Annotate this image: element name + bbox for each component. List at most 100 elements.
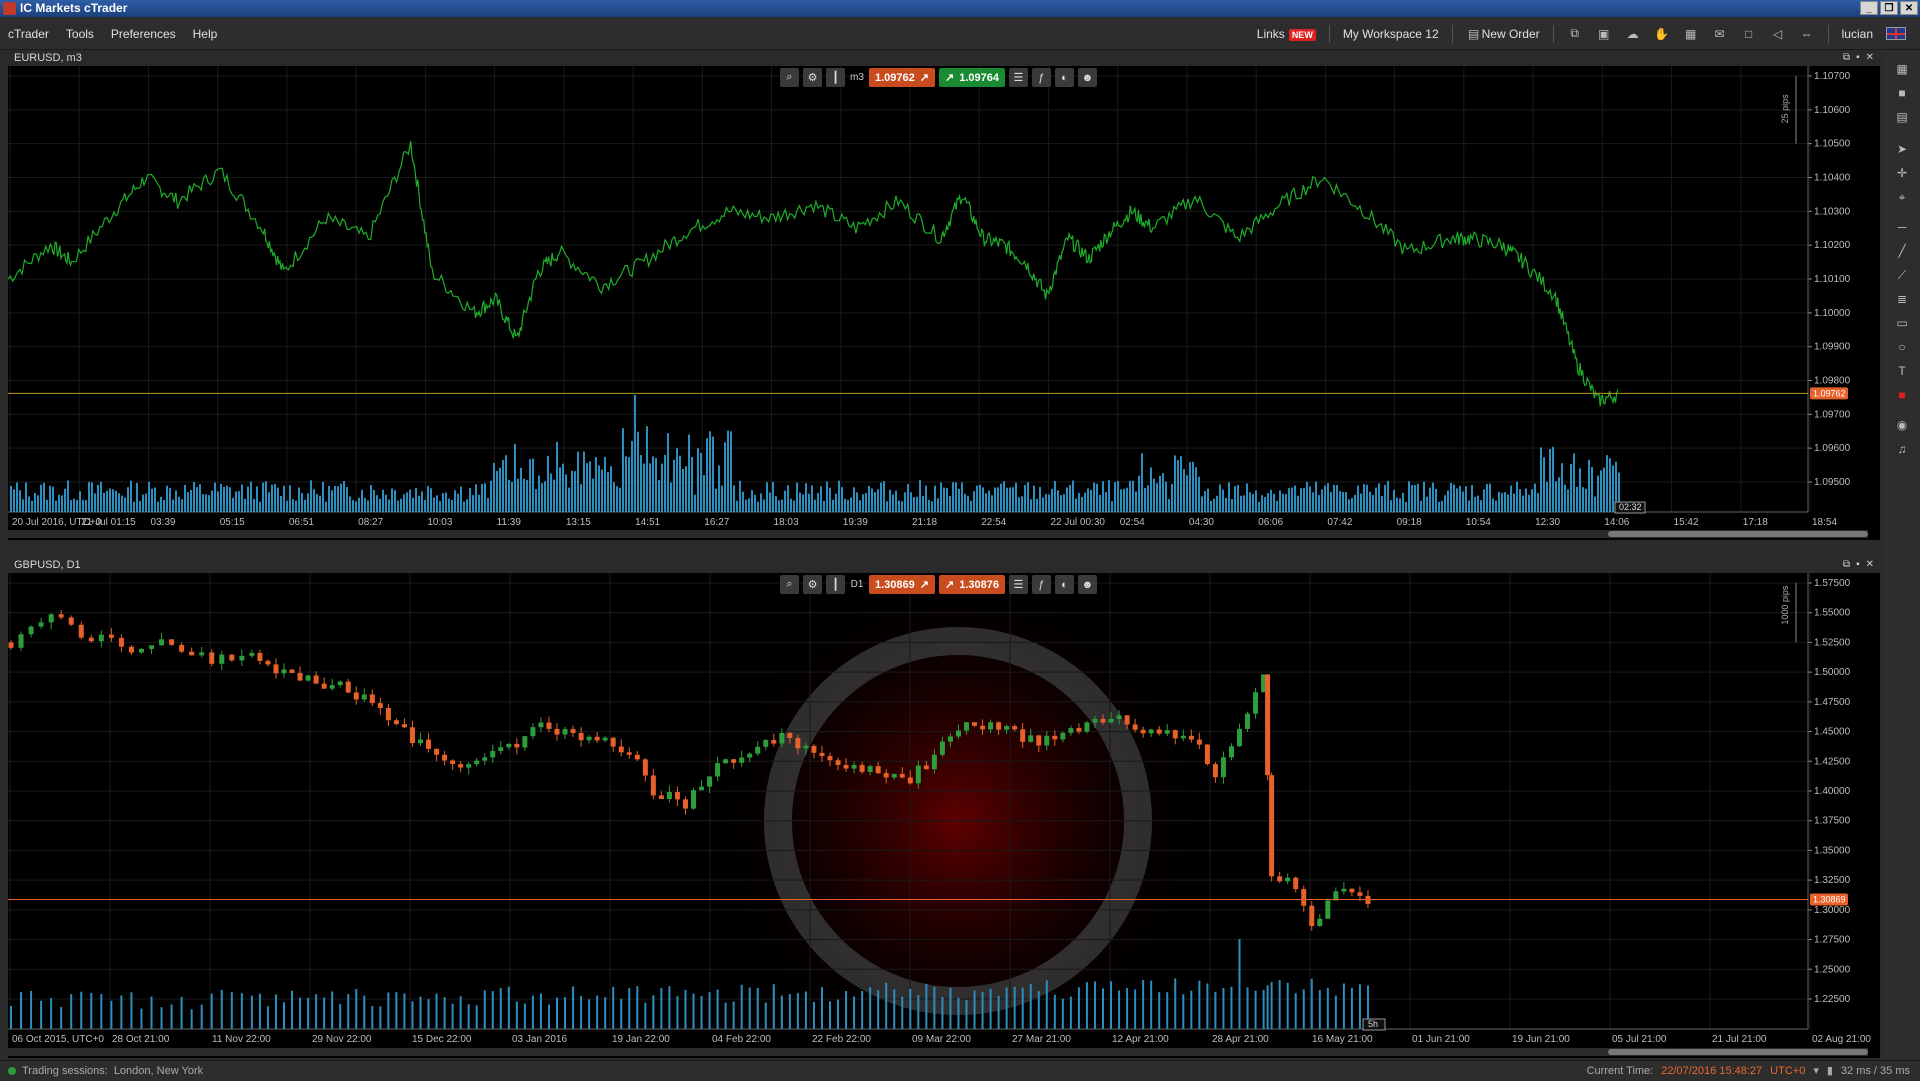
- robot-icon[interactable]: ◐: [1054, 575, 1074, 594]
- volume-bar: [94, 493, 96, 512]
- volume-bar: [1552, 446, 1554, 512]
- candle-body: [883, 773, 889, 778]
- language-flag-icon[interactable]: [1886, 27, 1906, 40]
- hand-icon[interactable]: ✋: [1654, 27, 1670, 41]
- alert-bell-icon[interactable]: ♫: [1893, 440, 1911, 458]
- close-button[interactable]: ✕: [1900, 1, 1918, 15]
- people-icon[interactable]: ☻: [1077, 68, 1097, 87]
- screenshot-icon[interactable]: ◉: [1893, 416, 1911, 434]
- x-tick-label: 28 Apr 21:00: [1212, 1034, 1269, 1045]
- calculator-icon[interactable]: ▦: [1683, 27, 1699, 41]
- zoom-tool-icon[interactable]: ⌖: [1893, 188, 1911, 206]
- volume-bar: [804, 991, 807, 1029]
- maximize-icon[interactable]: ▪: [1856, 50, 1860, 66]
- fullscreen-icon[interactable]: ⇔: [1799, 27, 1815, 41]
- volume-bar: [180, 996, 183, 1029]
- timeframe-selector[interactable]: D1: [849, 575, 865, 594]
- rectangle-icon[interactable]: ▭: [1893, 314, 1911, 332]
- menu-tools[interactable]: Tools: [66, 27, 94, 41]
- cloud-icon[interactable]: ☁: [1625, 27, 1641, 41]
- indicators-icon[interactable]: ƒ: [1031, 68, 1051, 87]
- volume-bar: [845, 990, 848, 1029]
- volume-bar: [1249, 492, 1251, 512]
- volume-bar: [1345, 492, 1347, 512]
- fibonacci-icon[interactable]: ≣: [1893, 290, 1911, 308]
- menu-ctrader[interactable]: cTrader: [8, 27, 49, 41]
- volume-bar: [532, 458, 534, 512]
- chart-type-icon[interactable]: ┃: [826, 68, 845, 87]
- volume-bar: [175, 490, 177, 512]
- list-icon[interactable]: ☰: [1008, 68, 1028, 87]
- detach-icon[interactable]: ⧉: [1843, 50, 1850, 66]
- maximize-icon[interactable]: ▪: [1856, 557, 1860, 573]
- ellipse-icon[interactable]: ○: [1893, 338, 1911, 356]
- volume-bar: [103, 492, 105, 512]
- volume-bar: [595, 457, 597, 512]
- color-picker-icon[interactable]: ■: [1893, 386, 1911, 404]
- detach-icon[interactable]: ⧉: [1843, 557, 1850, 573]
- timezone-selector[interactable]: UTC+0: [1770, 1061, 1805, 1081]
- volume-bar: [1057, 490, 1059, 512]
- sell-button[interactable]: 1.30869 ↗: [869, 575, 935, 594]
- menu-help[interactable]: Help: [193, 27, 218, 41]
- volume-bar: [885, 982, 888, 1029]
- text-tool-icon[interactable]: T: [1893, 362, 1911, 380]
- buy-button[interactable]: ↗ 1.09764: [938, 68, 1005, 87]
- chart-canvas[interactable]: 20 Jul 2016, UTC+021 Jul 01:15 03:39 05:15…: [8, 66, 1880, 540]
- volume-bar: [754, 494, 756, 512]
- crosshair-icon[interactable]: ✛: [1893, 164, 1911, 182]
- workspace-selector[interactable]: My Workspace 12: [1343, 27, 1439, 41]
- sell-button[interactable]: 1.09762 ↗: [869, 68, 935, 87]
- volume-bar: [652, 456, 654, 512]
- split-layout-icon[interactable]: ▤: [1893, 108, 1911, 126]
- candle-body: [642, 759, 648, 776]
- volume-bar: [850, 497, 852, 512]
- user-menu[interactable]: lucian: [1842, 27, 1873, 41]
- volume-bar: [112, 489, 114, 512]
- ray-icon[interactable]: ⟋: [1893, 266, 1911, 284]
- volume-bar: [580, 995, 583, 1029]
- close-icon[interactable]: ✕: [1866, 557, 1874, 573]
- volume-bar: [1198, 476, 1200, 512]
- list-icon[interactable]: ☰: [1008, 575, 1028, 594]
- drawing-tools-sidebar: ▦ ■ ▤ ➤ ✛ ⌖ ─ ╱ ⟋ ≣ ▭ ○ T ■ ◉ ♫: [1884, 50, 1920, 1060]
- volume-bar: [508, 479, 510, 512]
- mail-icon[interactable]: ✉: [1712, 27, 1728, 41]
- chart-settings-icon[interactable]: ⚙: [803, 68, 822, 87]
- restore-button[interactable]: ❐: [1880, 1, 1898, 15]
- candle-body: [843, 764, 849, 769]
- chart-settings-icon[interactable]: ⚙: [803, 575, 822, 594]
- candle-body: [434, 748, 440, 755]
- video-icon[interactable]: ▣: [1596, 27, 1612, 41]
- chart-type-icon[interactable]: ┃: [826, 575, 845, 594]
- grid-layout-icon[interactable]: ▦: [1893, 60, 1911, 78]
- volume-bar: [1171, 484, 1173, 512]
- single-layout-icon[interactable]: ■: [1893, 84, 1911, 102]
- people-icon[interactable]: ☻: [1077, 575, 1097, 594]
- volume-bar: [812, 1002, 815, 1029]
- volume-bar: [766, 482, 768, 512]
- indicators-icon[interactable]: ƒ: [1031, 575, 1051, 594]
- robot-icon[interactable]: ◐: [1054, 68, 1074, 87]
- close-icon[interactable]: ✕: [1866, 50, 1874, 66]
- window-icon[interactable]: □: [1741, 27, 1757, 41]
- volume-bar: [1195, 467, 1197, 512]
- sound-icon[interactable]: ◁: [1770, 27, 1786, 41]
- menu-preferences[interactable]: Preferences: [111, 27, 176, 41]
- new-order-button[interactable]: ▤ New Order: [1466, 27, 1540, 41]
- volume-bar: [564, 997, 567, 1029]
- chart-canvas[interactable]: 06 Oct 2015, UTC+0 28 Oct 21:00 11 Nov 22:…: [8, 573, 1880, 1058]
- buy-button[interactable]: ↗ 1.30876: [938, 575, 1005, 594]
- timeframe-selector[interactable]: m3: [849, 68, 865, 87]
- zoom-icon[interactable]: ⌕: [780, 575, 799, 594]
- zoom-icon[interactable]: ⌕: [780, 68, 799, 87]
- layout-icon[interactable]: ⧉: [1567, 26, 1583, 41]
- minimize-button[interactable]: _: [1860, 1, 1878, 15]
- volume-bar: [949, 987, 952, 1029]
- cursor-icon[interactable]: ➤: [1893, 140, 1911, 158]
- links-menu[interactable]: Links NEW: [1257, 27, 1316, 41]
- trendline-icon[interactable]: ╱: [1893, 242, 1911, 260]
- candle-body: [522, 736, 528, 748]
- line-tool-icon[interactable]: ─: [1893, 218, 1911, 236]
- chevron-down-icon[interactable]: ▾: [1813, 1061, 1819, 1081]
